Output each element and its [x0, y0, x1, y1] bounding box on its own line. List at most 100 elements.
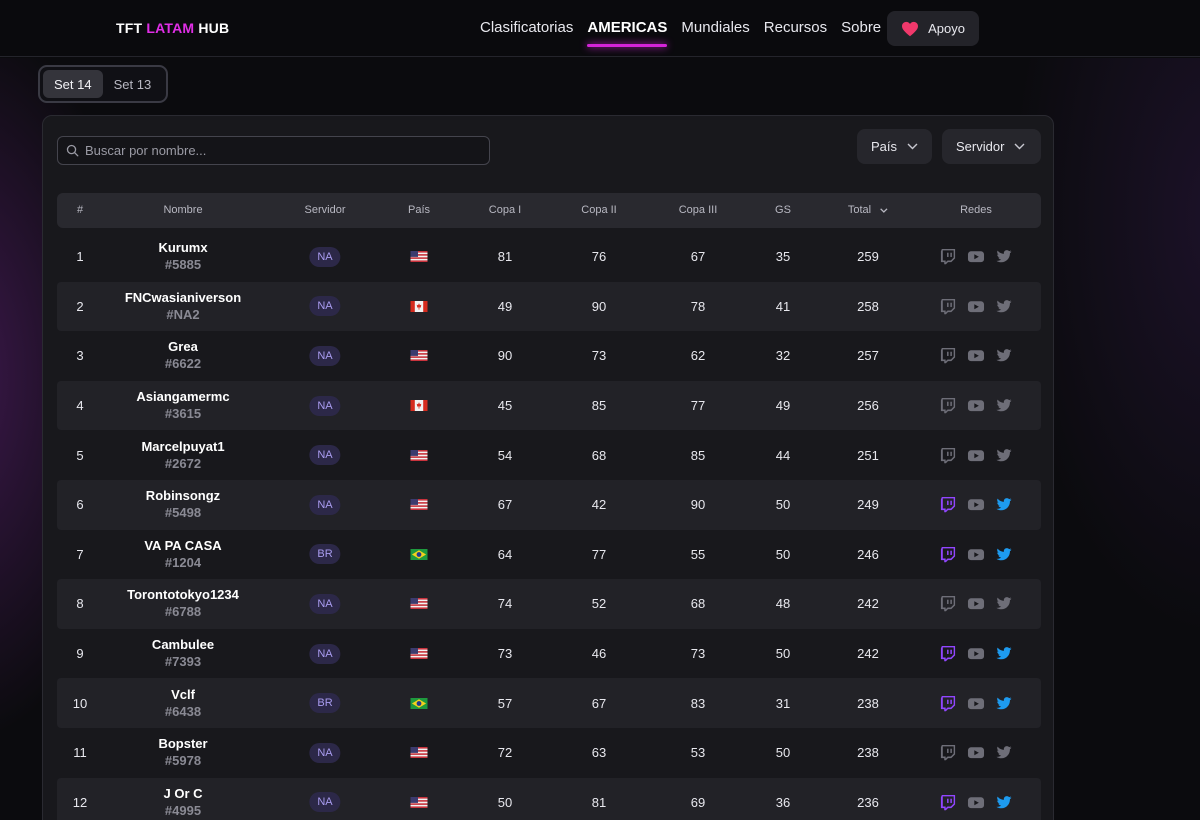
- twitch-icon[interactable]: [939, 695, 957, 712]
- nav-item-sobre[interactable]: Sobre: [841, 19, 881, 38]
- youtube-icon[interactable]: [967, 397, 985, 414]
- twitch-icon[interactable]: [939, 397, 957, 414]
- player-name-cell[interactable]: Grea #6622: [165, 331, 201, 381]
- table-row[interactable]: 2 FNCwasianiverson #NA2 NA 49 90 78 41 258: [57, 281, 1041, 332]
- rank-cell: 9: [76, 646, 84, 662]
- youtube-icon[interactable]: [967, 298, 985, 315]
- nav-item-recursos[interactable]: Recursos: [764, 19, 827, 38]
- server-cell: NA: [309, 629, 341, 679]
- copa-1-cell: 90: [497, 348, 513, 364]
- youtube-icon[interactable]: [967, 248, 985, 265]
- table-row[interactable]: 5 Marcelpuyat1 #2672 NA 54 68 85 44 251: [57, 430, 1041, 480]
- search-box[interactable]: [57, 136, 490, 165]
- brand-logo[interactable]: TFT LATAM HUB: [116, 20, 229, 36]
- server-filter-dropdown[interactable]: Servidor: [942, 129, 1041, 164]
- table-row[interactable]: 11 Bopster #5978 NA 72 63 53 50 238: [57, 728, 1041, 778]
- twitter-icon[interactable]: [995, 447, 1013, 464]
- youtube-icon[interactable]: [967, 496, 985, 513]
- table-row[interactable]: 12 J Or C #4995 NA 50 81 69 36 236: [57, 777, 1041, 820]
- column-header-name[interactable]: Nombre: [163, 193, 202, 228]
- twitch-icon[interactable]: [939, 298, 957, 315]
- nav-item-mundiales[interactable]: Mundiales: [681, 19, 749, 38]
- twitch-icon[interactable]: [939, 794, 957, 811]
- table-row[interactable]: 10 Vclf #6438 BR 57 67 83 31 238: [57, 678, 1041, 728]
- table-row[interactable]: 8 Torontotokyo1234 #6788 NA 74 52 68 48 242: [57, 579, 1041, 629]
- column-header-country[interactable]: País: [408, 193, 430, 228]
- player-name-cell[interactable]: J Or C #4995: [163, 778, 202, 820]
- player-name: Robinsongz: [145, 488, 221, 504]
- twitch-icon[interactable]: [939, 595, 957, 612]
- table-row[interactable]: 6 Robinsongz #5498 NA 67 42 90 50 249: [57, 479, 1041, 530]
- table-row[interactable]: 3 Grea #6622 NA 90 73 62 32 257: [57, 331, 1041, 381]
- youtube-icon[interactable]: [967, 347, 985, 364]
- gs-cell: 50: [775, 497, 791, 513]
- gs-cell: 35: [775, 249, 791, 265]
- twitter-icon[interactable]: [995, 347, 1013, 364]
- nav-item-americas[interactable]: AMERICAS: [587, 19, 668, 47]
- player-tag: #3615: [164, 406, 202, 422]
- player-name-cell[interactable]: Cambulee #7393: [152, 629, 214, 679]
- socials-cell: [939, 232, 1013, 282]
- player-name: Cambulee: [151, 637, 215, 653]
- youtube-icon[interactable]: [967, 595, 985, 612]
- twitch-icon[interactable]: [939, 496, 957, 513]
- twitch-icon[interactable]: [939, 744, 957, 761]
- youtube-icon[interactable]: [967, 447, 985, 464]
- twitter-icon[interactable]: [995, 794, 1013, 811]
- support-button[interactable]: Apoyo: [887, 11, 979, 46]
- server-cell: NA: [309, 282, 341, 332]
- youtube-icon[interactable]: [967, 744, 985, 761]
- player-name-cell[interactable]: Asiangamermc #3615: [136, 381, 229, 431]
- column-header-copa-3[interactable]: Copa III: [679, 193, 718, 228]
- gs-cell: 50: [775, 546, 791, 562]
- player-tag: #1204: [164, 554, 202, 570]
- twitter-icon[interactable]: [995, 397, 1013, 414]
- twitter-icon[interactable]: [995, 298, 1013, 315]
- player-name-cell[interactable]: Robinsongz #5498: [146, 480, 220, 530]
- server-badge: NA: [309, 296, 341, 317]
- twitter-icon[interactable]: [995, 645, 1013, 662]
- column-header-gs[interactable]: GS: [775, 193, 791, 228]
- column-header-copa-2[interactable]: Copa II: [581, 193, 616, 228]
- youtube-icon[interactable]: [967, 546, 985, 563]
- youtube-icon[interactable]: [967, 695, 985, 712]
- player-name-cell[interactable]: VA PA CASA #1204: [144, 530, 221, 580]
- twitter-icon[interactable]: [995, 546, 1013, 563]
- player-name-cell[interactable]: Kurumx #5885: [158, 232, 207, 282]
- player-name-cell[interactable]: Marcelpuyat1 #2672: [141, 430, 224, 480]
- twitch-icon[interactable]: [939, 645, 957, 662]
- country-filter-dropdown[interactable]: País: [857, 129, 932, 164]
- twitter-icon[interactable]: [995, 248, 1013, 265]
- player-name-cell[interactable]: Vclf #6438: [165, 678, 201, 728]
- total-cell: 246: [857, 546, 879, 562]
- gs-cell: 50: [775, 646, 791, 662]
- table-row[interactable]: 9 Cambulee #7393 NA 73 46 73 50 242: [57, 629, 1041, 679]
- youtube-icon[interactable]: [967, 645, 985, 662]
- column-header-copa-1[interactable]: Copa I: [489, 193, 521, 228]
- twitch-icon[interactable]: [939, 248, 957, 265]
- copa-2-cell: 81: [591, 794, 607, 810]
- table-row[interactable]: 1 Kurumx #5885 NA 81 76 67 35 259: [57, 232, 1041, 282]
- twitch-icon[interactable]: [939, 347, 957, 364]
- table-row[interactable]: 7 VA PA CASA #1204 BR 64 77 55 50 246: [57, 530, 1041, 580]
- copa-1-cell: 72: [497, 745, 513, 761]
- column-header-server[interactable]: Servidor: [305, 193, 346, 228]
- socials-cell: [939, 381, 1013, 431]
- player-name-cell[interactable]: Bopster #5978: [158, 728, 207, 778]
- twitter-icon[interactable]: [995, 744, 1013, 761]
- table-row[interactable]: 4 Asiangamermc #3615 NA 45 85 77 49 256: [57, 380, 1041, 431]
- column-header-total[interactable]: Total: [848, 193, 888, 228]
- nav-item-clasificatorias[interactable]: Clasificatorias: [480, 19, 573, 38]
- player-name-cell[interactable]: Torontotokyo1234 #6788: [127, 579, 239, 629]
- twitter-icon[interactable]: [995, 695, 1013, 712]
- youtube-icon[interactable]: [967, 794, 985, 811]
- player-name-cell[interactable]: FNCwasianiverson #NA2: [125, 282, 241, 332]
- twitter-icon[interactable]: [995, 595, 1013, 612]
- twitch-icon[interactable]: [939, 447, 957, 464]
- twitter-icon[interactable]: [995, 496, 1013, 513]
- tab-set-13[interactable]: Set 13: [103, 70, 163, 98]
- tab-set-14[interactable]: Set 14: [43, 70, 103, 98]
- search-input[interactable]: [85, 143, 475, 158]
- copa-3-cell: 68: [690, 596, 706, 612]
- twitch-icon[interactable]: [939, 546, 957, 563]
